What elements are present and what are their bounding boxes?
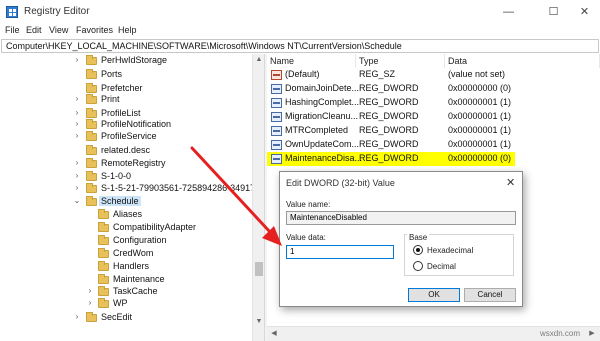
- value-data-label: Value data:: [286, 233, 326, 242]
- value-row-maintenance-disabled[interactable]: MaintenanceDisa... REG_DWORD 0x00000000 …: [267, 152, 515, 166]
- tree-item[interactable]: Handlers: [0, 261, 252, 274]
- folder-icon: [86, 158, 97, 168]
- value-row[interactable]: DomainJoinDete... REG_DWORD 0x00000000 (…: [267, 82, 600, 96]
- watermark: wsxdn.com: [540, 329, 581, 338]
- hexadecimal-radio[interactable]: [413, 245, 423, 255]
- menu-help[interactable]: Help: [118, 25, 137, 35]
- dialog-title: Edit DWORD (32-bit) Value: [286, 178, 395, 188]
- chevron-right-icon[interactable]: ›: [86, 298, 94, 307]
- folder-icon: [86, 108, 97, 118]
- chevron-down-icon[interactable]: ⌄: [73, 196, 81, 205]
- scroll-left-arrow-icon[interactable]: ◀: [267, 327, 281, 341]
- folder-icon: [98, 235, 109, 245]
- cancel-button[interactable]: Cancel: [464, 288, 516, 302]
- edit-dword-dialog: Edit DWORD (32-bit) Value ✕ Value name: …: [279, 171, 523, 307]
- tree-item-schedule[interactable]: ⌄ Schedule: [0, 196, 252, 209]
- value-row[interactable]: OwnUpdateCom... REG_DWORD 0x00000001 (1): [267, 138, 600, 152]
- tree-item[interactable]: › Print: [0, 94, 252, 107]
- folder-icon: [86, 69, 97, 79]
- folder-icon: [98, 286, 109, 296]
- tree-item[interactable]: Configuration: [0, 235, 252, 248]
- folder-icon: [98, 274, 109, 284]
- dword-value-icon: [271, 112, 282, 122]
- tree-item[interactable]: › S-1-5-21-79903561-725894286-349176: [0, 183, 260, 196]
- ok-button[interactable]: OK: [408, 288, 460, 302]
- chevron-right-icon[interactable]: ›: [73, 108, 81, 117]
- tree-item[interactable]: CompatibilityAdapter: [0, 222, 252, 235]
- folder-icon: [86, 94, 97, 104]
- column-data-header[interactable]: Data: [445, 54, 600, 68]
- string-value-icon: [271, 70, 282, 80]
- registry-editor-icon: [6, 6, 18, 18]
- chevron-right-icon[interactable]: ›: [73, 94, 81, 103]
- base-label: Base: [407, 233, 430, 242]
- address-path: Computer\HKEY_LOCAL_MACHINE\SOFTWARE\Mic…: [6, 41, 402, 51]
- value-row[interactable]: MigrationCleanu... REG_DWORD 0x00000001 …: [267, 110, 600, 124]
- chevron-right-icon[interactable]: ›: [73, 158, 81, 167]
- value-name-field[interactable]: MaintenanceDisabled: [286, 211, 516, 225]
- folder-open-icon: [86, 196, 97, 206]
- folder-icon: [86, 55, 97, 65]
- tree-item[interactable]: › PerHwIdStorage: [0, 55, 252, 68]
- folder-icon: [86, 312, 97, 322]
- tree-item[interactable]: related.desc: [0, 145, 252, 158]
- menu-view[interactable]: View: [49, 25, 68, 35]
- tree-item[interactable]: › SecEdit: [0, 312, 252, 325]
- tree-item[interactable]: › WP: [0, 298, 252, 311]
- chevron-right-icon[interactable]: ›: [73, 55, 81, 64]
- value-data-field[interactable]: 1: [286, 245, 394, 259]
- chevron-right-icon[interactable]: ›: [73, 171, 81, 180]
- tree-item[interactable]: CredWom: [0, 248, 252, 261]
- folder-icon: [86, 131, 97, 141]
- folder-icon: [86, 183, 97, 193]
- column-name-header[interactable]: Name: [267, 54, 356, 68]
- chevron-right-icon[interactable]: ›: [73, 183, 81, 192]
- tree-item[interactable]: Ports: [0, 69, 252, 82]
- close-button[interactable]: ✕: [562, 0, 600, 24]
- folder-icon: [86, 145, 97, 155]
- dword-value-icon: [271, 140, 282, 150]
- folder-icon: [98, 248, 109, 258]
- scroll-right-arrow-icon[interactable]: ▶: [585, 327, 599, 341]
- decimal-label[interactable]: Decimal: [427, 262, 456, 271]
- value-name-label: Value name:: [286, 200, 331, 209]
- dword-value-icon: [271, 98, 282, 108]
- tree-item[interactable]: › ProfileService: [0, 131, 252, 144]
- menu-edit[interactable]: Edit: [26, 25, 42, 35]
- column-type-header[interactable]: Type: [356, 54, 445, 68]
- chevron-right-icon[interactable]: ›: [86, 286, 94, 295]
- folder-icon: [86, 119, 97, 129]
- chevron-right-icon[interactable]: ›: [73, 131, 81, 140]
- scroll-thumb[interactable]: [255, 262, 263, 276]
- folder-icon: [98, 209, 109, 219]
- value-row[interactable]: (Default) REG_SZ (value not set): [267, 68, 600, 82]
- hexadecimal-label[interactable]: Hexadecimal: [427, 246, 473, 255]
- menu-file[interactable]: File: [5, 25, 20, 35]
- window-title: Registry Editor: [24, 6, 90, 17]
- value-row[interactable]: MTRCompleted REG_DWORD 0x00000001 (1): [267, 124, 600, 138]
- folder-icon: [98, 298, 109, 308]
- dword-value-icon: [271, 84, 282, 94]
- folder-icon: [98, 222, 109, 232]
- dword-value-icon: [271, 126, 282, 136]
- tree-scrollbar[interactable]: ▲ ▼: [252, 54, 264, 341]
- dialog-close-button[interactable]: ✕: [506, 176, 515, 189]
- value-row[interactable]: HashingComplet... REG_DWORD 0x00000001 (…: [267, 96, 600, 110]
- menu-favorites[interactable]: Favorites: [76, 25, 113, 35]
- title-bar: Registry Editor — ☐ ✕: [0, 0, 600, 24]
- dword-value-icon: [271, 154, 282, 164]
- menu-bar: File Edit View Favorites Help: [0, 24, 600, 38]
- key-tree: › PerHwIdStorage Ports Prefetcher › Prin…: [0, 54, 264, 341]
- minimize-button[interactable]: —: [486, 0, 531, 24]
- tree-item[interactable]: Aliases: [0, 209, 252, 222]
- folder-icon: [98, 261, 109, 271]
- decimal-radio[interactable]: [413, 261, 423, 271]
- chevron-right-icon[interactable]: ›: [73, 119, 81, 128]
- folder-icon: [86, 171, 97, 181]
- address-bar[interactable]: Computer\HKEY_LOCAL_MACHINE\SOFTWARE\Mic…: [1, 39, 599, 53]
- tree-item[interactable]: › RemoteRegistry: [0, 158, 252, 171]
- chevron-right-icon[interactable]: ›: [73, 312, 81, 321]
- folder-icon: [86, 83, 97, 93]
